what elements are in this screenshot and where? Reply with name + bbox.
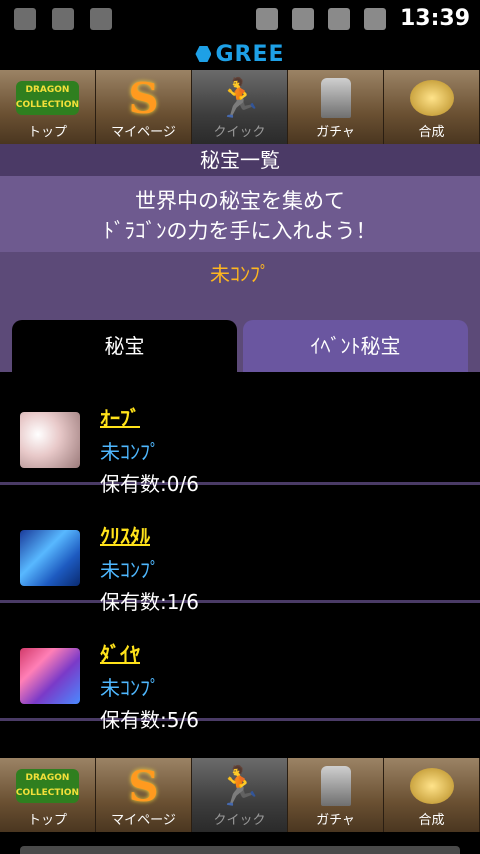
item-count: 保有数:5/6 — [100, 708, 199, 732]
s-flame-icon: S — [128, 73, 159, 123]
description-line1: 世界中の秘宝を集めて — [135, 189, 345, 213]
completion-status: 未ｺﾝﾌﾟ — [0, 252, 480, 318]
nav-quick-label: クイック — [213, 813, 266, 828]
description: 世界中の秘宝を集めて ﾄﾞﾗｺﾞﾝの力を手に入れよう！ — [0, 176, 480, 252]
runner-icon: 🏃 — [215, 763, 264, 808]
nav-quick-label: クイック — [213, 125, 266, 140]
notification-icons — [14, 8, 112, 30]
dragon-collection-logo: DRAGON COLLECTION — [15, 81, 80, 115]
bottom-scroll-edge — [20, 846, 460, 854]
tab-treasure[interactable]: 秘宝 — [12, 320, 237, 372]
nav-top-label: トップ — [27, 813, 67, 828]
nav-gacha-label: ガチャ — [316, 813, 355, 828]
treasure-list: ｵｰﾌﾞ 未ｺﾝﾌﾟ 保有数:0/6 ｸﾘｽﾀﾙ 未ｺﾝﾌﾟ 保有数:1/6 ﾀ… — [0, 372, 480, 758]
usb-icon — [52, 8, 74, 30]
bottom-nav: DRAGON COLLECTION トップ S マイページ 🏃 クイック ガチャ… — [0, 758, 480, 832]
nav-fusion[interactable]: 合成 — [384, 70, 480, 144]
nav-top[interactable]: DRAGON COLLECTION トップ — [0, 758, 96, 832]
nav-mypage[interactable]: S マイページ — [96, 758, 192, 832]
gree-logo: GREE — [215, 41, 285, 67]
orb-image — [20, 412, 80, 468]
system-icons: 13:39 — [255, 6, 470, 31]
tab-event-treasure[interactable]: ｲﾍﾞﾝﾄ秘宝 — [243, 320, 468, 372]
gold-mascot-icon — [409, 80, 454, 116]
gree-header[interactable]: GREE — [0, 38, 480, 70]
clock: 13:39 — [399, 6, 470, 31]
nav-fusion[interactable]: 合成 — [384, 758, 480, 832]
nav-gacha-label: ガチャ — [316, 125, 355, 140]
list-item[interactable]: ﾀﾞｲﾔ 未ｺﾝﾌﾟ 保有数:5/6 — [0, 608, 480, 732]
diamond-image — [20, 648, 80, 704]
item-name[interactable]: ｵｰﾌﾞ — [100, 402, 140, 431]
nav-mypage-label: マイページ — [111, 813, 176, 828]
item-name[interactable]: ﾀﾞｲﾔ — [100, 638, 140, 667]
nav-top[interactable]: DRAGON COLLECTION トップ — [0, 70, 96, 144]
android-debug-icon — [90, 8, 112, 30]
nav-gacha[interactable]: ガチャ — [288, 70, 384, 144]
item-name[interactable]: ｸﾘｽﾀﾙ — [100, 520, 150, 549]
tab-bar: 秘宝 ｲﾍﾞﾝﾄ秘宝 — [0, 318, 480, 372]
nav-fusion-label: 合成 — [418, 813, 445, 828]
dragon-collection-logo: DRAGON COLLECTION — [15, 769, 80, 803]
signal-icon — [327, 7, 350, 30]
nav-quick[interactable]: 🏃 クイック — [192, 70, 288, 144]
page-title: 秘宝一覧 — [0, 144, 480, 176]
battery-icon — [363, 7, 386, 30]
rotate-icon — [255, 7, 278, 30]
nav-top-label: トップ — [27, 125, 67, 140]
status-bar: 13:39 — [0, 0, 480, 38]
checkbox-notification-icon — [14, 8, 36, 30]
gacha-icon — [320, 78, 351, 118]
gree-hexagon-icon — [195, 46, 212, 62]
crystal-image — [20, 530, 80, 586]
gold-mascot-icon — [409, 768, 454, 804]
description-line2: ﾄﾞﾗｺﾞﾝの力を手に入れよう！ — [103, 219, 377, 243]
nav-quick[interactable]: 🏃 クイック — [192, 758, 288, 832]
item-state: 未ｺﾝﾌﾟ — [100, 440, 160, 464]
nav-fusion-label: 合成 — [418, 125, 445, 140]
item-state: 未ｺﾝﾌﾟ — [100, 558, 160, 582]
list-item[interactable]: ｸﾘｽﾀﾙ 未ｺﾝﾌﾟ 保有数:1/6 — [0, 490, 480, 614]
nav-gacha[interactable]: ガチャ — [288, 758, 384, 832]
gacha-icon — [320, 766, 351, 806]
nav-mypage-label: マイページ — [111, 125, 176, 140]
list-item[interactable]: ｵｰﾌﾞ 未ｺﾝﾌﾟ 保有数:0/6 — [0, 372, 480, 496]
item-state: 未ｺﾝﾌﾟ — [100, 676, 160, 700]
wifi-icon — [291, 7, 314, 30]
nav-mypage[interactable]: S マイページ — [96, 70, 192, 144]
top-nav: DRAGON COLLECTION トップ S マイページ 🏃 クイック ガチャ… — [0, 70, 480, 144]
s-flame-icon: S — [128, 761, 159, 811]
runner-icon: 🏃 — [215, 75, 264, 120]
